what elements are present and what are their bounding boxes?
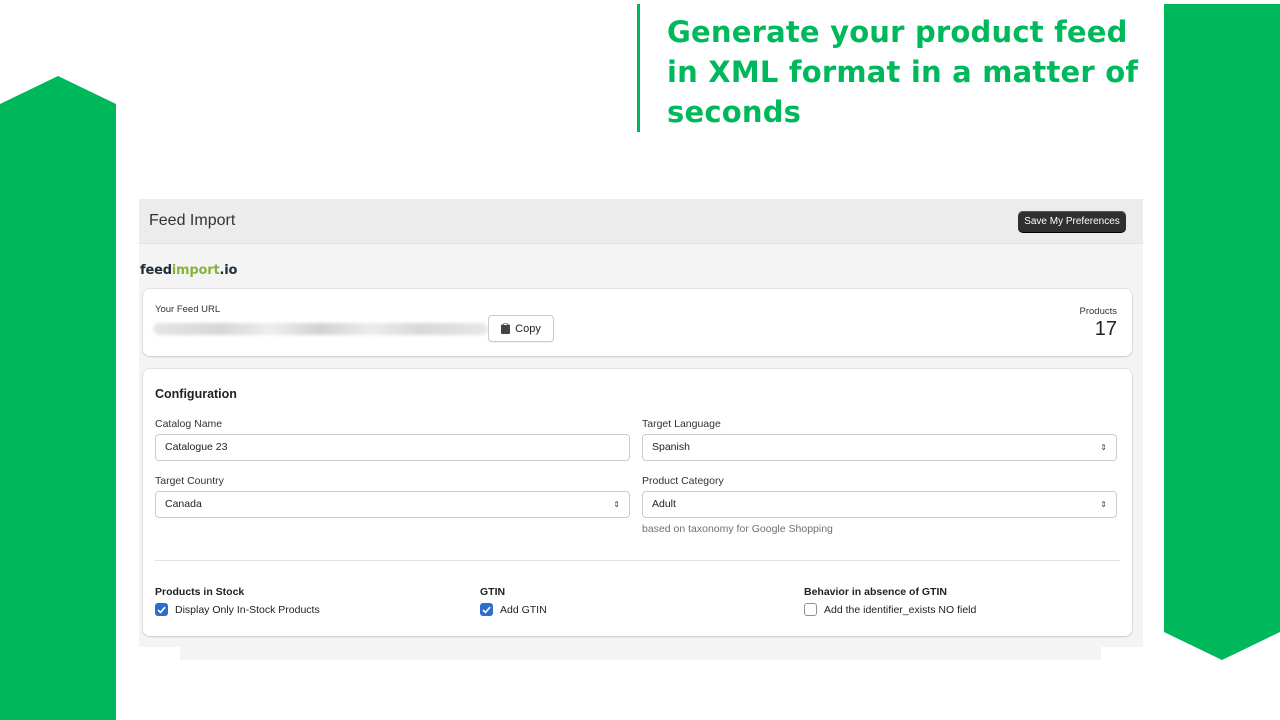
catalog-name-label: Catalog Name bbox=[155, 418, 223, 430]
select-arrows-icon: ⇕ bbox=[613, 500, 620, 509]
gtin-group-title: GTIN bbox=[480, 586, 506, 598]
clipboard-icon bbox=[501, 323, 511, 334]
app-title: Feed Import bbox=[149, 212, 236, 229]
logo-part-import: import bbox=[171, 263, 220, 278]
app-window-bottom-edge bbox=[180, 647, 1101, 660]
product-category-helper: based on taxonomy for Google Shopping bbox=[642, 523, 833, 535]
catalog-name-input[interactable]: Catalogue 23 bbox=[155, 434, 630, 461]
page: Generate your product feed in XML format… bbox=[0, 0, 1280, 720]
identifier-exists-checkbox[interactable]: Add the identifier_exists NO field bbox=[804, 603, 976, 616]
product-category-label: Product Category bbox=[642, 475, 724, 487]
identifier-exists-option-label: Add the identifier_exists NO field bbox=[824, 603, 977, 616]
add-gtin-checkbox[interactable]: Add GTIN bbox=[480, 603, 547, 616]
gtin-absence-group-title: Behavior in absence of GTIN bbox=[804, 586, 947, 598]
in-stock-checkbox[interactable]: Display Only In-Stock Products bbox=[155, 603, 320, 616]
products-count: 17 bbox=[1094, 318, 1117, 340]
target-language-label: Target Language bbox=[642, 418, 721, 430]
feed-url-blurred[interactable] bbox=[153, 323, 488, 335]
catalog-name-value: Catalogue 23 bbox=[165, 441, 228, 453]
target-country-value: Canada bbox=[165, 498, 202, 510]
feedimport-logo: feedimport.io bbox=[140, 263, 237, 278]
product-category-value: Adult bbox=[652, 498, 676, 510]
products-label: Products bbox=[1079, 306, 1118, 317]
checkbox-checked-icon bbox=[155, 603, 168, 616]
app-header: Feed Import Save My Preferences bbox=[139, 199, 1143, 244]
feed-url-card: Your Feed URL Copy Products 17 bbox=[143, 289, 1132, 356]
copy-button-label: Copy bbox=[515, 322, 541, 335]
configuration-title: Configuration bbox=[155, 387, 237, 401]
add-gtin-option-label: Add GTIN bbox=[500, 603, 547, 616]
target-country-select[interactable]: Canada ⇕ bbox=[155, 491, 630, 518]
target-language-select[interactable]: Spanish ⇕ bbox=[642, 434, 1117, 461]
checkbox-unchecked-icon bbox=[804, 603, 817, 616]
headline-accent-bar bbox=[637, 4, 640, 132]
feed-url-label: Your Feed URL bbox=[155, 304, 221, 315]
left-green-ribbon bbox=[0, 76, 116, 720]
right-green-ribbon bbox=[1164, 4, 1280, 660]
divider bbox=[155, 560, 1120, 561]
configuration-card: Configuration Catalog Name Catalogue 23 … bbox=[143, 369, 1132, 636]
select-arrows-icon: ⇕ bbox=[1100, 500, 1107, 509]
logo-part-feed: feed bbox=[140, 263, 172, 278]
target-country-label: Target Country bbox=[155, 475, 224, 487]
logo-part-io: .io bbox=[219, 263, 238, 278]
select-arrows-icon: ⇕ bbox=[1100, 443, 1107, 452]
save-preferences-button[interactable]: Save My Preferences bbox=[1018, 211, 1126, 232]
stock-group-title: Products in Stock bbox=[155, 586, 245, 598]
in-stock-option-label: Display Only In-Stock Products bbox=[175, 603, 320, 616]
app-window: Feed Import Save My Preferences feedimpo… bbox=[139, 199, 1143, 647]
product-category-select[interactable]: Adult ⇕ bbox=[642, 491, 1117, 518]
headline: Generate your product feed in XML format… bbox=[667, 15, 1139, 129]
copy-button[interactable]: Copy bbox=[488, 315, 554, 342]
checkbox-checked-icon bbox=[480, 603, 493, 616]
target-language-value: Spanish bbox=[652, 441, 690, 453]
